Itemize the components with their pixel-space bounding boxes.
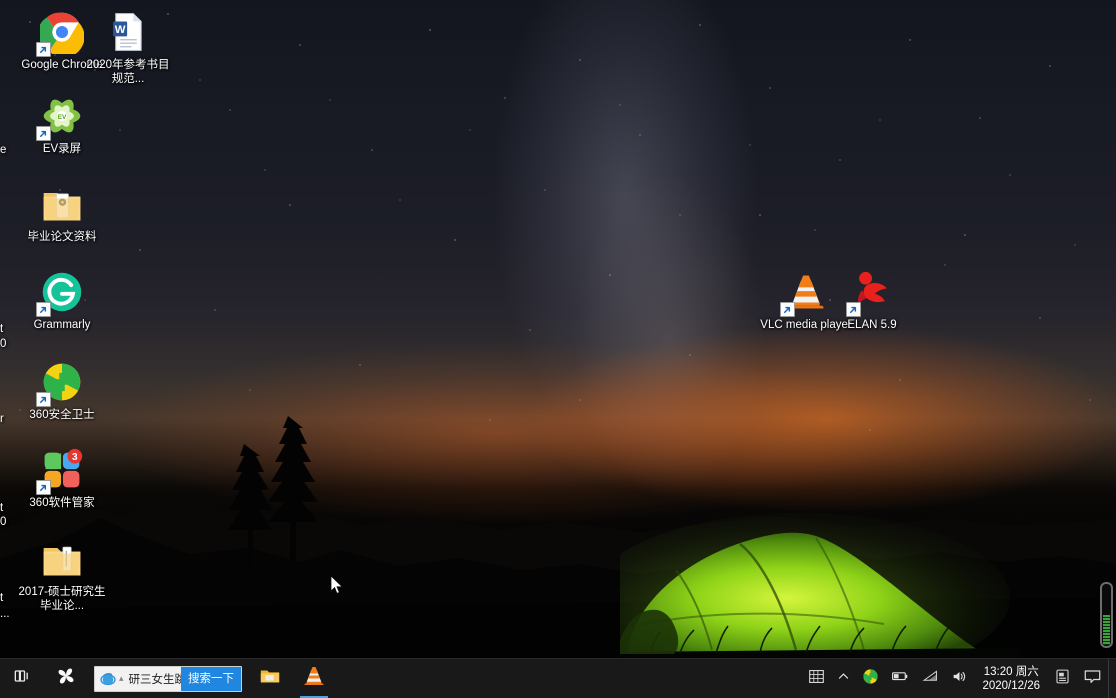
ev-record-icon: EV	[36, 92, 86, 141]
vlc-cone-icon	[780, 268, 830, 317]
desktop-icon-label: 毕业论文资料	[27, 231, 97, 243]
taskbar-search-box[interactable]: ▴ 研三女生跳楼身亡 搜索一下	[94, 665, 242, 692]
360-shield-icon	[36, 358, 86, 407]
clock-time: 13:20 周六	[983, 665, 1039, 678]
volume-gauge[interactable]	[1100, 582, 1113, 648]
clipped-icon-label: 0	[0, 338, 7, 350]
clipped-icon-label: t	[0, 502, 4, 514]
desktop-screen: Google Chrome W 2020年参考书目规范... EV EV录屏 毕…	[0, 0, 1116, 698]
clock-date: 2020/12/26	[982, 679, 1040, 692]
folder-icon	[38, 180, 86, 228]
task-view-button[interactable]	[0, 659, 44, 698]
folder-icon	[38, 535, 86, 583]
svg-text:W: W	[115, 24, 126, 36]
desktop-icon-label: Grammarly	[33, 319, 91, 331]
desktop-icon-360-safe[interactable]: 360安全卫士	[16, 358, 108, 423]
chevron-up-icon	[837, 670, 850, 688]
folder-explorer-icon	[259, 665, 281, 692]
desktop-icon-label: 360安全卫士	[29, 409, 95, 421]
action-center-icon	[1083, 668, 1102, 690]
shortcut-arrow-icon	[36, 42, 51, 57]
sogou-ime-icon	[56, 666, 76, 691]
keyboard-grid-icon	[808, 668, 825, 690]
desktop-icon-360-software[interactable]: 3 360软件管家	[16, 446, 108, 511]
desktop-icon-thesis-folder[interactable]: 毕业论文资料	[16, 180, 108, 245]
battery-icon	[891, 669, 910, 688]
desktop-icon-label: 2017-硕士研究生毕业论...	[18, 586, 106, 612]
clipped-icon-label: 0	[0, 516, 7, 528]
volume-gauge-fill	[1103, 615, 1110, 645]
svg-text:3: 3	[72, 452, 78, 463]
shortcut-arrow-icon	[846, 302, 861, 317]
chrome-icon	[36, 8, 86, 57]
tray-360-shield[interactable]	[856, 659, 885, 698]
tray-volume[interactable]	[945, 659, 974, 698]
tray-ime-panel[interactable]	[802, 659, 831, 698]
360-shield-icon	[862, 668, 879, 690]
speaker-icon	[951, 669, 968, 689]
desktop-icon-label: 360软件管家	[29, 497, 95, 509]
elan-icon	[846, 268, 896, 317]
search-query-text: 研三女生跳楼身亡	[128, 673, 181, 686]
desktop-icon-word-document[interactable]: W 2020年参考书目规范...	[82, 8, 174, 86]
desktop-icon-masters-folder[interactable]: 2017-硕士研究生毕业论...	[16, 535, 108, 613]
clipped-icon-label: t	[0, 592, 4, 604]
desktop-icon-ev-recorder[interactable]: EV EV录屏	[16, 92, 108, 157]
clipped-icon-label: r	[0, 413, 4, 425]
360-software-icon: 3	[36, 446, 86, 495]
desktop-icon-elan[interactable]: ELAN 5.9	[826, 268, 918, 333]
system-tray: 13:20 周六 2020/12/26	[802, 658, 1116, 698]
shortcut-arrow-icon	[36, 126, 51, 141]
clipped-icon-label: e	[0, 144, 7, 156]
clipped-icon-label: t	[0, 323, 4, 335]
taskbar-clock[interactable]: 13:20 周六 2020/12/26	[974, 659, 1048, 698]
task-view-icon	[12, 666, 32, 691]
vlc-cone-icon	[302, 664, 326, 693]
svg-text:EV: EV	[58, 114, 67, 121]
tray-show-hidden-icons[interactable]	[831, 659, 856, 698]
taskbar: ▴ 研三女生跳楼身亡 搜索一下	[0, 658, 1116, 698]
shortcut-arrow-icon	[36, 392, 51, 407]
desktop-icon-label: EV录屏	[42, 143, 82, 155]
shortcut-arrow-icon	[36, 302, 51, 317]
desktop-icon-label: 2020年参考书目规范...	[86, 59, 170, 85]
taskbar-file-explorer[interactable]	[248, 659, 292, 698]
word-doc-icon: W	[104, 8, 152, 56]
show-desktop-button[interactable]	[1108, 658, 1116, 698]
search-go-button[interactable]: 搜索一下	[181, 666, 241, 691]
internet-explorer-icon	[95, 671, 119, 687]
taskbar-vlc[interactable]	[292, 659, 336, 698]
shortcut-arrow-icon	[36, 480, 51, 495]
tray-notes[interactable]	[1048, 659, 1077, 698]
tray-network[interactable]	[916, 659, 945, 698]
grammarly-icon	[36, 268, 86, 317]
sogou-ime-button[interactable]	[44, 659, 88, 698]
clipped-icon-label: ...	[0, 608, 10, 620]
tray-action-center[interactable]	[1077, 659, 1108, 698]
mouse-cursor	[330, 575, 343, 594]
wifi-icon	[922, 669, 939, 688]
desktop-icon-layer: Google Chrome W 2020年参考书目规范... EV EV录屏 毕…	[0, 0, 1116, 698]
shortcut-arrow-icon	[780, 302, 795, 317]
note-icon	[1054, 668, 1071, 690]
tray-battery[interactable]	[885, 659, 916, 698]
desktop-icon-label: ELAN 5.9	[847, 319, 897, 331]
desktop-icon-grammarly[interactable]: Grammarly	[16, 268, 108, 333]
dropdown-caret-icon: ▴	[119, 673, 124, 683]
